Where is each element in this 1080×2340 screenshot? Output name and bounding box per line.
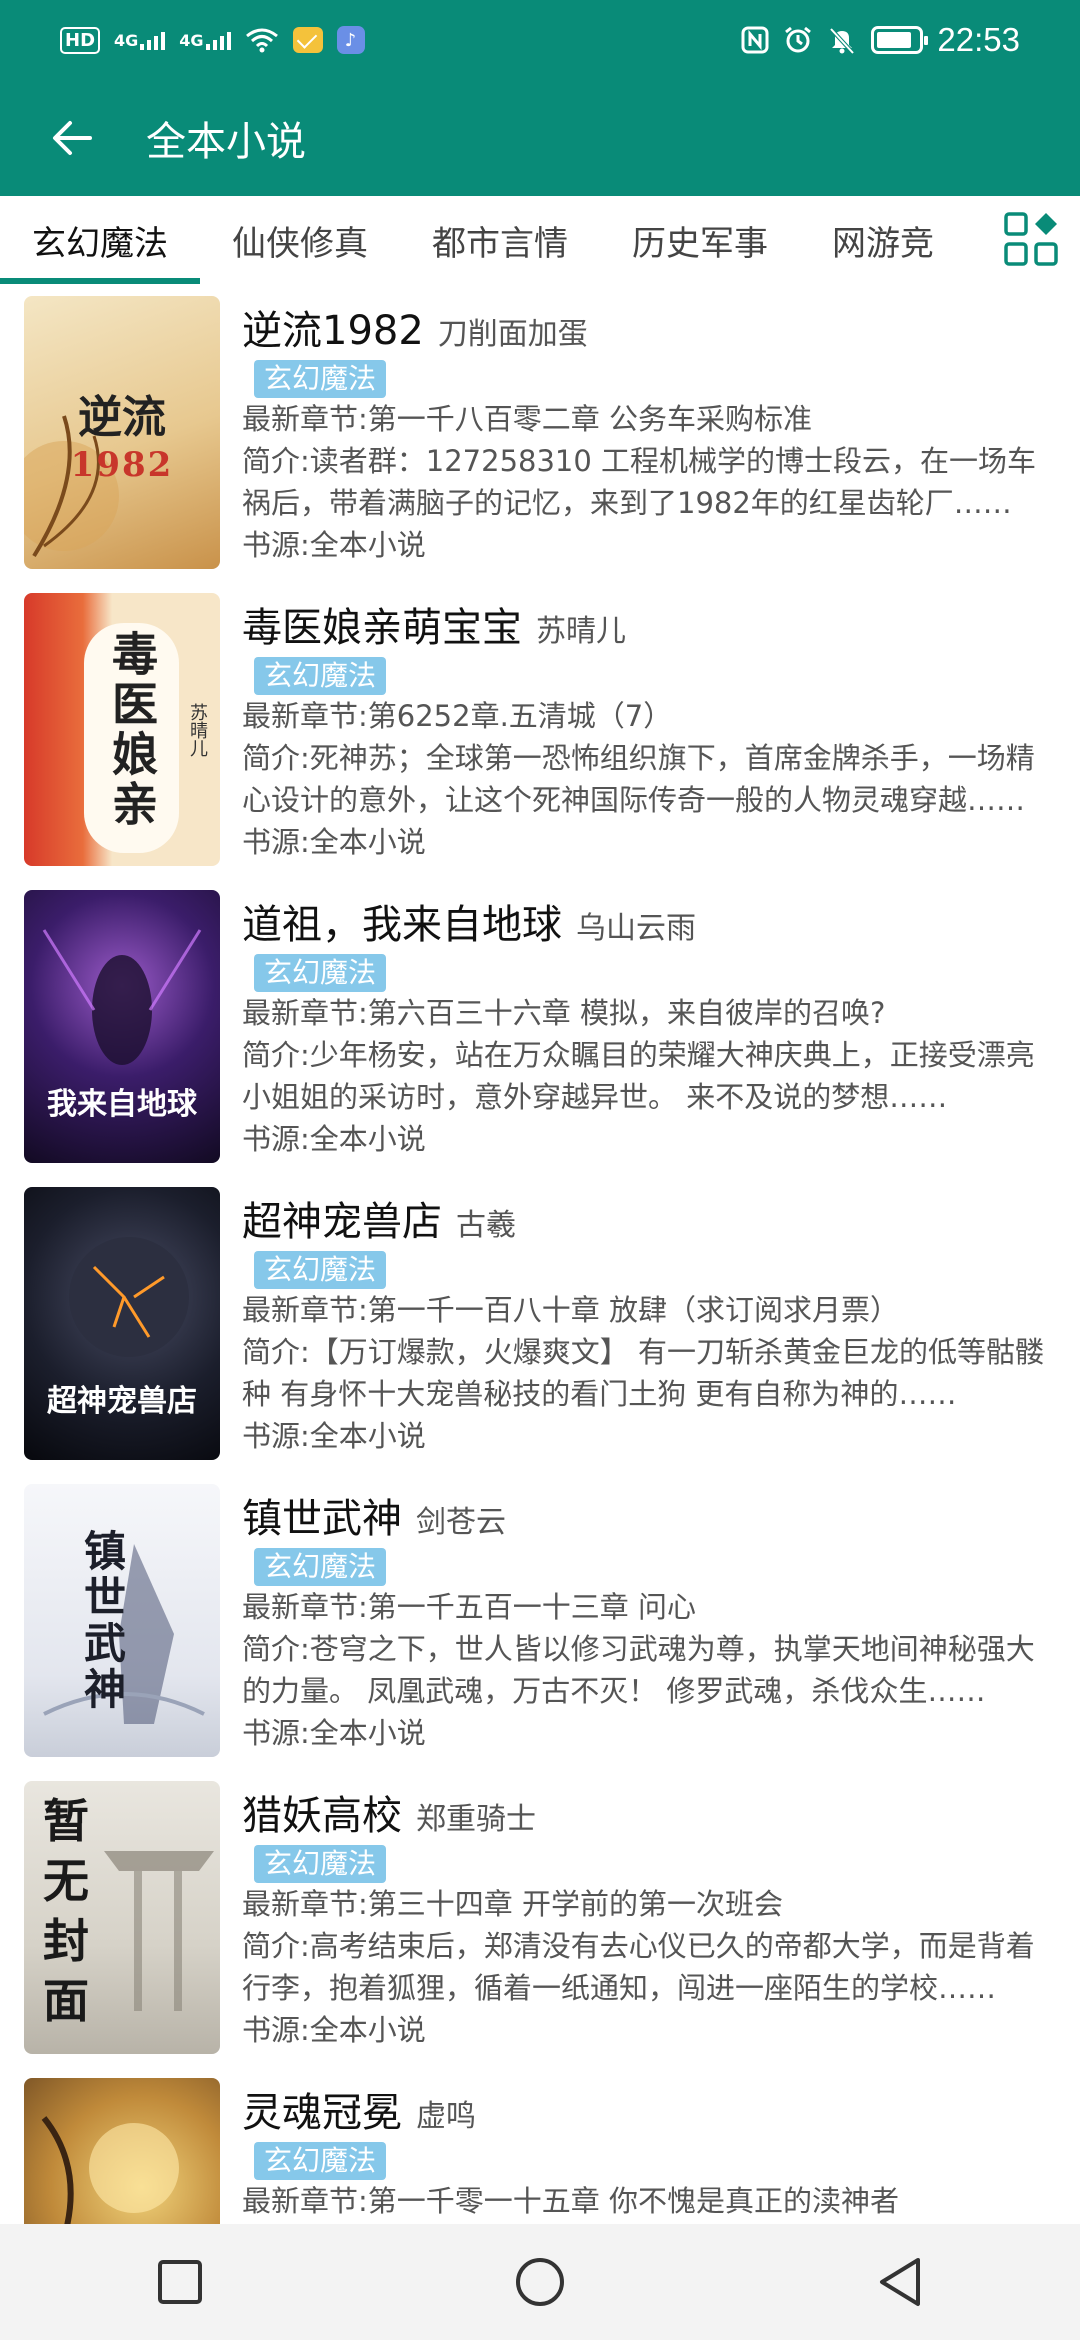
tab-xianxia[interactable]: 仙侠修真 <box>200 196 400 284</box>
sim2-label: 4G <box>179 30 204 50</box>
book-title: 道祖，我来自地球 <box>242 902 562 948</box>
category-tag: 玄幻魔法 <box>254 954 387 992</box>
category-tag: 玄幻魔法 <box>254 360 387 398</box>
book-intro: 简介:高考结束后，郑清没有去心仪已久的帝都大学，而是背着行李，抱着狐狸，循着一纸… <box>242 1929 1035 2005</box>
mute-icon <box>827 25 857 55</box>
hd-icon: HD <box>60 26 101 54</box>
book-title: 毒医娘亲萌宝宝 <box>242 605 522 651</box>
book-author: 剑苍云 <box>416 1505 506 1540</box>
list-item[interactable]: 毒医娘亲 苏晴儿 毒医娘亲萌宝宝 苏晴儿 玄幻魔法 最新章节:第6252章.五清… <box>0 581 1080 878</box>
latest-chapter: 最新章节:第六百三十六章 模拟，来自彼岸的召唤? <box>242 996 886 1030</box>
book-author: 郑重骑士 <box>416 1802 536 1837</box>
book-cover <box>24 2078 220 2224</box>
book-cover: 超神宠兽店 <box>24 1187 220 1460</box>
book-cover: 逆流 1982 <box>24 296 220 569</box>
book-source: 书源:全本小说 <box>242 528 426 562</box>
category-tabs: 玄幻魔法 仙侠修真 都市言情 历史军事 网游竞 <box>0 196 1080 284</box>
sim1-label: 4G <box>114 30 139 50</box>
book-author: 乌山云雨 <box>576 911 696 946</box>
book-intro: 简介:读者群：127258310 工程机械学的博士段云，在一场车祸后，带着满脑子… <box>242 444 1037 520</box>
book-source: 书源:全本小说 <box>242 1419 426 1453</box>
latest-chapter: 最新章节:第6252章.五清城（7） <box>242 699 673 733</box>
nfc-icon <box>741 26 769 54</box>
book-intro: 简介:少年杨安，站在万众瞩目的荣耀大神庆典上，正接受漂亮小姐姐的采访时，意外穿越… <box>242 1038 1035 1114</box>
book-source: 书源:全本小说 <box>242 1716 426 1750</box>
status-bar: HD 4G 4G ♪ 22:53 <box>0 0 1080 80</box>
category-tag: 玄幻魔法 <box>254 1251 387 1289</box>
list-item[interactable]: 暂无封面 猎妖高校 郑重骑士 玄幻魔法 最新章节:第三十四章 开学前的第一次班会… <box>0 1769 1080 2066</box>
back-button[interactable] <box>36 102 108 174</box>
home-button[interactable] <box>495 2237 585 2327</box>
battery-icon <box>871 26 929 54</box>
book-title: 镇世武神 <box>242 1496 402 1542</box>
book-title: 超神宠兽店 <box>242 1199 442 1245</box>
tab-lishi[interactable]: 历史军事 <box>600 196 800 284</box>
list-item[interactable]: 逆流 1982 逆流1982 刀削面加蛋 玄幻魔法 最新章节:第一千八百零二章 … <box>0 284 1080 581</box>
book-title: 灵魂冠冕 <box>242 2090 402 2136</box>
signal-icon: 4G <box>114 30 166 50</box>
book-author: 刀削面加蛋 <box>437 317 588 352</box>
book-cover: 镇世武神 <box>24 1484 220 1757</box>
grid-icon <box>1004 212 1058 266</box>
tab-xuanhuan[interactable]: 玄幻魔法 <box>0 196 200 284</box>
category-tag: 玄幻魔法 <box>254 657 387 695</box>
wifi-icon <box>245 27 279 53</box>
book-source: 书源:全本小说 <box>242 2013 426 2047</box>
book-cover: 暂无封面 <box>24 1781 220 2054</box>
alarm-icon <box>783 25 813 55</box>
latest-chapter: 最新章节:第一千一百八十章 放肆（求订阅求月票） <box>242 1293 899 1327</box>
list-item[interactable]: 我来自地球 道祖，我来自地球 乌山云雨 玄幻魔法 最新章节:第六百三十六章 模拟… <box>0 878 1080 1175</box>
latest-chapter: 最新章节:第三十四章 开学前的第一次班会 <box>242 1887 783 1921</box>
list-item[interactable]: 灵魂冠冕 虚鸣 玄幻魔法 最新章节:第一千零一十五章 你不愧是真正的渎神者 <box>0 2066 1080 2224</box>
book-title: 逆流1982 <box>242 308 424 354</box>
back-nav-button[interactable] <box>855 2237 945 2327</box>
book-title: 猎妖高校 <box>242 1793 402 1839</box>
circle-icon <box>516 2258 564 2306</box>
music-notification-icon: ♪ <box>336 26 365 54</box>
category-tag: 玄幻魔法 <box>254 1845 387 1883</box>
book-intro: 简介:【万订爆款，火爆爽文】 有一刀斩杀黄金巨龙的低等骷髅种 有身怀十大宠兽秘技… <box>242 1335 1044 1411</box>
latest-chapter: 最新章节:第一千零一十五章 你不愧是真正的渎神者 <box>242 2184 899 2218</box>
clock: 22:53 <box>937 21 1020 58</box>
square-icon <box>158 2260 202 2304</box>
status-left: HD 4G 4G ♪ <box>60 26 365 54</box>
book-intro: 简介:苍穹之下，世人皆以修习武魂为尊，执掌天地间神秘强大的力量。 凤凰武魂，万古… <box>242 1632 1035 1708</box>
triangle-back-icon <box>880 2258 920 2306</box>
book-author: 苏晴儿 <box>536 614 626 649</box>
status-right: 22:53 <box>741 21 1020 59</box>
list-item[interactable]: 镇世武神 镇世武神 剑苍云 玄幻魔法 最新章节:第一千五百一十三章 问心 简介:… <box>0 1472 1080 1769</box>
page-title: 全本小说 <box>146 119 306 165</box>
arrow-left-icon <box>53 121 92 155</box>
book-cover: 毒医娘亲 苏晴儿 <box>24 593 220 866</box>
latest-chapter: 最新章节:第一千五百一十三章 问心 <box>242 1590 696 1624</box>
list-item[interactable]: 超神宠兽店 超神宠兽店 古羲 玄幻魔法 最新章节:第一千一百八十章 放肆（求订阅… <box>0 1175 1080 1472</box>
system-nav-bar <box>0 2224 1080 2340</box>
app-bar: 全本小说 <box>0 80 1080 196</box>
book-source: 书源:全本小说 <box>242 825 426 859</box>
mail-notification-icon <box>292 27 323 53</box>
book-source: 书源:全本小说 <box>242 1122 426 1156</box>
category-grid-button[interactable] <box>984 196 1080 284</box>
book-intro: 简介:死神苏；全球第一恐怖组织旗下，首席金牌杀手，一场精心设计的意外，让这个死神… <box>242 741 1035 817</box>
latest-chapter: 最新章节:第一千八百零二章 公务车采购标准 <box>242 402 812 436</box>
cover-decoration <box>41 2116 179 2224</box>
tab-wangyou[interactable]: 网游竞 <box>800 196 966 284</box>
book-author: 古羲 <box>456 1208 516 1243</box>
recent-apps-button[interactable] <box>135 2237 225 2327</box>
book-author: 虚鸣 <box>416 2099 476 2134</box>
category-tag: 玄幻魔法 <box>254 2142 387 2180</box>
book-list: 逆流 1982 逆流1982 刀削面加蛋 玄幻魔法 最新章节:第一千八百零二章 … <box>0 284 1080 2224</box>
book-cover: 我来自地球 <box>24 890 220 1163</box>
signal-icon-2: 4G <box>179 30 231 50</box>
tab-dushi[interactable]: 都市言情 <box>400 196 600 284</box>
category-tag: 玄幻魔法 <box>254 1548 387 1586</box>
